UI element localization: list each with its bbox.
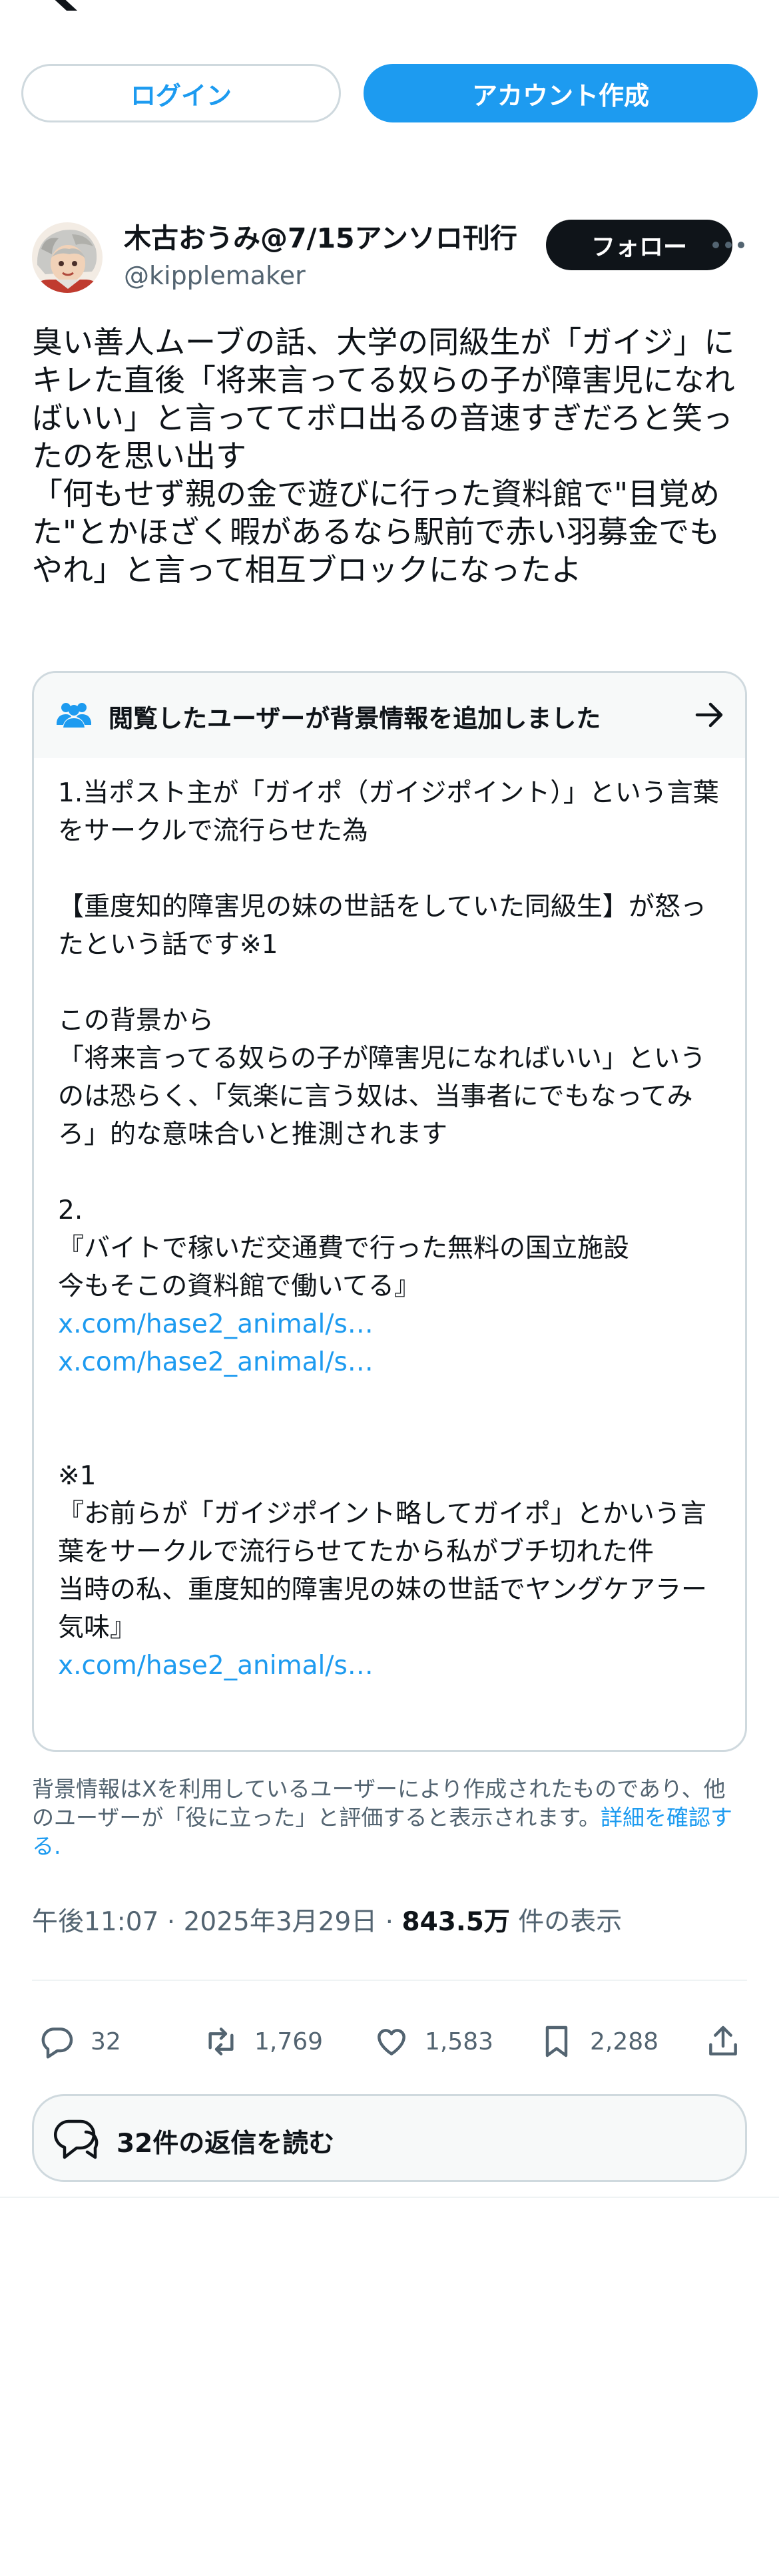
replies-bubble-icon [54,2119,99,2159]
people-icon [57,703,91,728]
note-link[interactable]: x.com/hase2_animal/s… [58,1347,374,1377]
community-note-body: 1.当ポスト主が「ガイポ（ガイジポイント）」という言葉をサークルで流行らせた為 … [58,774,724,1685]
bookmark-count: 2,288 [590,2028,659,2055]
community-note: 閲覧したユーザーが背景情報を追加しました 1.当ポスト主が「ガイポ（ガイジポイン… [32,671,747,1752]
note-paragraph: 2. 『バイトで稼いだ交通費で行った無料の国立施設 今もそこの資料館で働いてる』 [58,1195,630,1301]
note-paragraph: 【重度知的障害児の妹の世話をしていた同級生】が怒ったという話です※1 [58,892,706,960]
repost-button[interactable]: 1,769 [202,2012,323,2071]
avatar-illustration-icon [32,222,103,293]
view-count: 843.5万 [401,1907,510,1937]
share-icon [709,2026,737,2055]
repost-count: 1,769 [254,2028,324,2055]
note-paragraph: ※1 『お前らが「ガイジポイント略してガイポ」とかいう言葉をサークルで流行らせて… [58,1461,708,1643]
divider [0,2197,779,2198]
reply-button[interactable]: 32 [39,2012,121,2071]
more-options-icon[interactable] [711,240,746,250]
community-note-title: 閲覧したユーザーが背景情報を追加しました [109,704,601,733]
like-button[interactable]: 1,583 [373,2012,493,2071]
read-replies-button[interactable]: 32件の返信を読む [32,2094,747,2182]
read-replies-label: 32件の返信を読む [117,2129,335,2159]
bookmark-button[interactable]: 2,288 [538,2012,658,2071]
share-button[interactable] [704,2012,756,2071]
note-disclaimer: 背景情報はXを利用しているユーザーにより作成されたものであり、他のユーザーが「役… [32,1775,747,1860]
auth-buttons: ログイン アカウント作成 [21,64,758,125]
note-link[interactable]: x.com/hase2_animal/s… [58,1309,374,1339]
author-name[interactable]: 木古おうみ@7/15アンソロ刊行 [124,216,517,256]
heart-icon [378,2029,405,2055]
note-link[interactable]: x.com/hase2_animal/s… [58,1651,374,1681]
signup-button[interactable]: アカウント作成 [364,64,758,122]
tweet-meta: 午後11:07 · 2025年3月29日 · 843.5万 件の表示 [32,1901,622,1938]
note-paragraph: 1.当ポスト主が「ガイポ（ガイジポイント）」という言葉をサークルで流行らせた為 [58,778,719,846]
divider [32,1980,747,1981]
author-handle[interactable]: @kipplemaker [124,261,306,290]
action-bar: 32 1,769 1,583 2,288 [32,2012,747,2071]
tweet-text: 臭い善人ムーブの話、大学の同級生が「ガイジ」にキレた直後「将来言ってる奴らの子が… [32,324,735,588]
x-logo-icon[interactable] [32,0,79,11]
reply-count: 32 [91,2028,121,2055]
repost-icon [208,2028,234,2055]
follow-button[interactable]: フォロー [546,220,732,270]
disclaimer-period: . [54,1833,61,1859]
login-button[interactable]: ログイン [21,64,341,122]
avatar[interactable] [32,222,103,293]
note-paragraph: この背景から 「将来言ってる奴らの子が障害児になればいい」というのは恐らく、「気… [58,1006,706,1150]
like-count: 1,583 [425,2028,494,2055]
arrow-right-icon[interactable] [694,701,725,729]
tweet-timestamp[interactable]: 午後11:07 · 2025年3月29日 · [32,1907,401,1937]
community-note-header[interactable]: 閲覧したユーザーが背景情報を追加しました [34,673,745,757]
reply-icon [41,2028,73,2059]
view-count-suffix: 件の表示 [509,1907,623,1937]
bookmark-icon [545,2026,568,2057]
